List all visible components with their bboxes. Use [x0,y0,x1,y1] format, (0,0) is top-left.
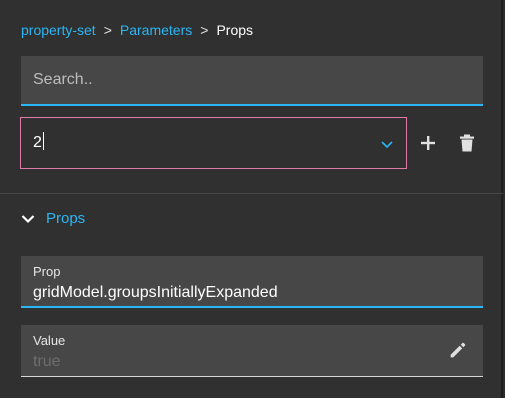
chevron-down-icon [21,215,35,224]
select-value: 2 [33,134,42,151]
search-field [21,56,483,106]
text-cursor [42,132,44,150]
divider [0,193,503,194]
parameter-select[interactable]: 2 [20,117,407,169]
prop-field[interactable]: Prop gridModel.groupsInitiallyExpanded [21,256,483,308]
select-value-wrap: 2 [33,132,44,154]
search-input[interactable] [21,56,483,104]
value-field[interactable]: Value true [21,325,483,377]
pencil-icon[interactable] [447,339,469,361]
section-title: Props [46,210,86,227]
prop-field-value: gridModel.groupsInitiallyExpanded [33,284,278,301]
value-field-label: Value [33,333,66,348]
prop-field-label: Prop [33,264,61,279]
breadcrumb-link-property-set[interactable]: property-set [21,22,96,38]
breadcrumb-link-parameters[interactable]: Parameters [120,22,192,38]
breadcrumb-separator: > [103,22,112,38]
breadcrumb-current: Props [216,22,254,38]
breadcrumb-separator: > [200,22,209,38]
trash-icon[interactable] [455,131,479,155]
property-panel: property-set > Parameters > Props 2 Props Pr… [0,0,503,398]
chevron-down-icon[interactable] [380,137,394,151]
value-field-placeholder: true [33,353,61,370]
breadcrumb: property-set > Parameters > Props [21,20,253,40]
plus-icon[interactable] [416,131,440,155]
